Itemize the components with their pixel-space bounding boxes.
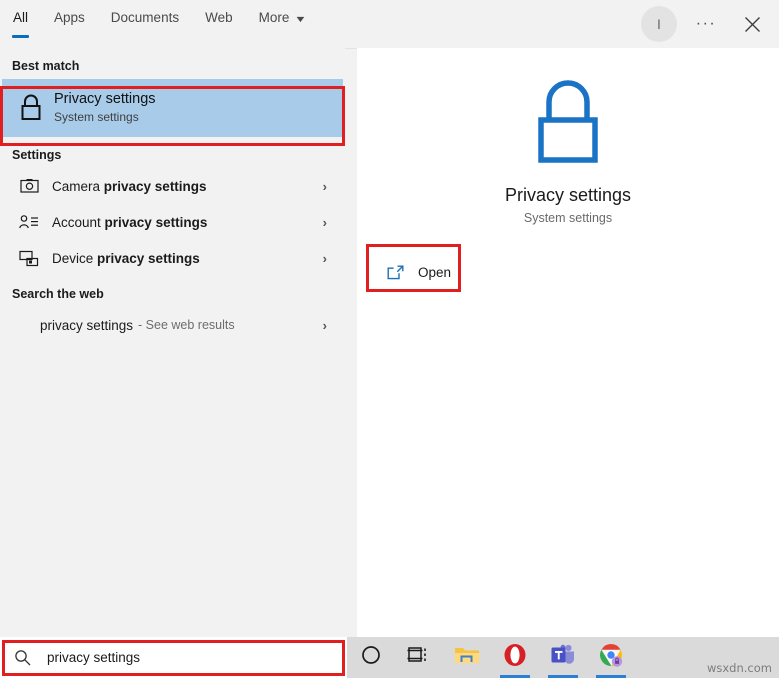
avatar[interactable]: I (641, 6, 677, 42)
tab-strip: All Apps Documents Web More ▼ (0, 0, 318, 48)
detail-subtitle: System settings (523, 211, 613, 225)
tab-documents[interactable]: Documents (98, 0, 192, 38)
taskbar-task-view[interactable] (395, 637, 443, 678)
tab-all[interactable]: All (0, 0, 41, 38)
opera-icon (503, 643, 527, 672)
account-icon (6, 214, 52, 230)
account-bold: privacy settings (104, 214, 208, 230)
search-flyout: All Apps Documents Web More ▼ I ··· Best… (0, 0, 779, 637)
chrome-icon (599, 643, 624, 673)
chevron-down-icon: ▼ (294, 14, 308, 24)
watermark: wsxdn.com (706, 661, 772, 675)
account-prefix: Account (52, 214, 105, 230)
best-match-text: Privacy settings System settings (54, 90, 156, 126)
chevron-right-icon: › (322, 317, 327, 333)
settings-header: Settings (12, 148, 62, 162)
result-camera-label: Camera privacy settings (52, 179, 207, 194)
tab-web[interactable]: Web (192, 0, 246, 38)
taskbar-teams[interactable] (539, 637, 587, 678)
more-options-icon[interactable]: ··· (691, 9, 721, 39)
search-header: All Apps Documents Web More ▼ I ··· (0, 0, 779, 49)
taskbar-cortana[interactable] (347, 637, 395, 678)
best-match-subtitle: System settings (54, 110, 139, 124)
tab-more-label: More (258, 10, 290, 25)
taskbar-opera[interactable] (491, 637, 539, 678)
result-device-label: Device privacy settings (52, 251, 200, 266)
chevron-right-icon: › (322, 214, 327, 230)
result-account-privacy-settings[interactable]: Account privacy settings › (0, 204, 345, 240)
search-input-value: privacy settings (47, 650, 141, 665)
taskbar-chrome[interactable] (587, 637, 635, 678)
result-web-search[interactable]: privacy settings - See web results › (0, 307, 345, 343)
search-icon (14, 649, 31, 666)
camera-bold: privacy settings (103, 178, 207, 194)
open-button[interactable]: Open (373, 251, 465, 293)
device-icon (6, 250, 52, 267)
result-device-privacy-settings[interactable]: Device privacy settings › (0, 240, 345, 276)
camera-icon (6, 178, 52, 194)
tab-documents-label: Documents (110, 10, 180, 25)
best-match-header: Best match (12, 59, 80, 73)
search-input[interactable]: privacy settings (0, 637, 347, 678)
camera-prefix: Camera (52, 178, 104, 194)
result-account-label: Account privacy settings (52, 215, 207, 230)
result-best-match-privacy-settings[interactable]: Privacy settings System settings (2, 79, 343, 137)
open-external-icon (387, 265, 404, 280)
web-result-suffix: - See web results (138, 318, 235, 332)
lock-icon-large (525, 76, 611, 173)
chevron-right-icon: › (322, 250, 327, 266)
search-web-header: Search the web (12, 287, 104, 301)
results-pane: Best match Privacy settings System setti… (0, 48, 345, 637)
tab-web-label: Web (205, 10, 233, 25)
file-explorer-icon (454, 644, 480, 671)
result-camera-privacy-settings[interactable]: Camera privacy settings › (0, 168, 345, 204)
avatar-initial: I (657, 16, 661, 32)
tab-more[interactable]: More ▼ (246, 0, 319, 38)
device-prefix: Device (52, 250, 98, 266)
detail-pane: Privacy settings System settings Open (357, 48, 779, 637)
best-match-title: Privacy settings (54, 91, 156, 107)
ellipsis-glyph: ··· (695, 15, 717, 32)
lock-icon (8, 93, 54, 123)
tab-apps[interactable]: Apps (41, 0, 98, 38)
chevron-right-icon: › (322, 178, 327, 194)
task-view-icon (407, 645, 431, 670)
tab-all-label: All (13, 10, 29, 25)
device-bold: privacy settings (97, 250, 200, 266)
web-result-query: privacy settings (40, 317, 134, 333)
teams-icon (550, 643, 576, 672)
header-controls: I ··· (641, 0, 769, 48)
taskbar: wsxdn.com (347, 637, 779, 678)
detail-title: Privacy settings (504, 185, 632, 205)
open-button-label: Open (418, 264, 452, 280)
tab-active-underline (12, 35, 30, 38)
cortana-icon (360, 644, 382, 671)
tab-apps-label: Apps (54, 10, 85, 25)
taskbar-file-explorer[interactable] (443, 637, 491, 678)
close-icon[interactable] (735, 7, 769, 41)
